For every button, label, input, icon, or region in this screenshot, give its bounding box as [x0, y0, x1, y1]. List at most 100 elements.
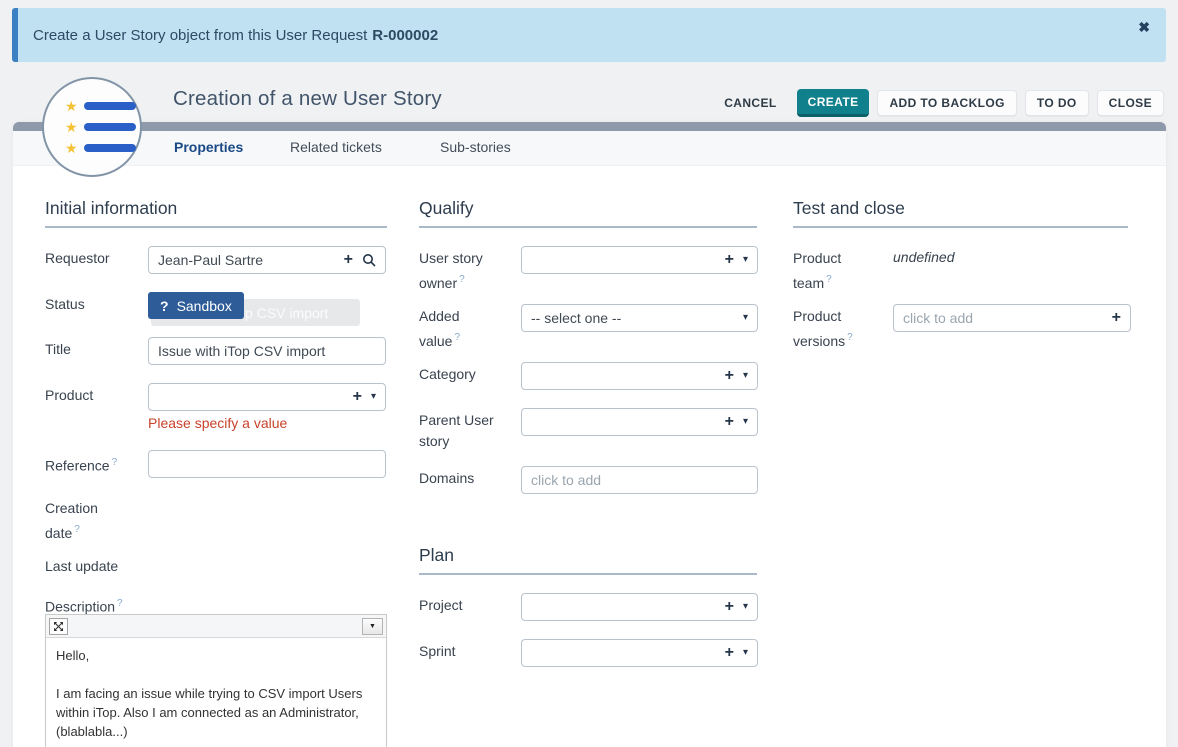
chevron-down-icon[interactable]: ▾	[371, 392, 376, 402]
product-team-value: undefined	[893, 249, 955, 265]
user-story-icon-row: ★	[65, 141, 140, 155]
add-to-backlog-button[interactable]: ADD TO BACKLOG	[877, 90, 1016, 116]
help-icon: ?	[74, 524, 80, 535]
product-select[interactable]: + ▾	[148, 383, 386, 411]
description-editor[interactable]: ▼ Hello, I am facing an issue while tryi…	[45, 614, 387, 747]
add-icon[interactable]: +	[344, 252, 353, 268]
category-select[interactable]: + ▾	[521, 362, 758, 390]
add-icon[interactable]: +	[353, 389, 362, 405]
parent-user-story-select[interactable]: + ▾	[521, 408, 758, 436]
requestor-label: Requestor	[45, 248, 143, 269]
help-icon: ?	[454, 332, 460, 343]
last-update-label: Last update	[45, 556, 143, 577]
user-story-icon-row: ★	[65, 99, 140, 113]
added-value-select[interactable]: -- select one -- ▾	[521, 304, 758, 332]
help-icon: ?	[826, 274, 832, 285]
chevron-down-icon[interactable]: ▾	[743, 602, 748, 612]
added-value-label: Added value?	[419, 306, 517, 352]
add-icon[interactable]: +	[725, 645, 734, 661]
add-icon[interactable]: +	[725, 368, 734, 384]
project-label: Project	[419, 595, 517, 616]
toolbar-expand-icon[interactable]: ▼	[362, 618, 383, 635]
page-title: Creation of a new User Story	[173, 87, 442, 111]
create-user-story-page: Create a User Story object from this Use…	[0, 0, 1178, 747]
tab-sub-stories[interactable]: Sub-stories	[440, 139, 511, 155]
product-versions-input[interactable]	[903, 310, 1112, 326]
cancel-button[interactable]: CANCEL	[712, 90, 788, 116]
panel-top-bar	[13, 122, 1166, 131]
add-icon[interactable]: +	[725, 252, 734, 268]
description-line	[56, 665, 376, 684]
description-line: Hello,	[56, 646, 376, 665]
star-icon: ★	[65, 99, 78, 113]
editor-toolbar: ▼	[46, 615, 386, 638]
add-icon[interactable]: +	[725, 414, 734, 430]
list-bar-icon	[84, 123, 136, 131]
product-label: Product	[45, 385, 143, 406]
add-icon[interactable]: +	[1112, 310, 1121, 326]
product-versions-field[interactable]: +	[893, 304, 1131, 332]
info-banner: Create a User Story object from this Use…	[12, 8, 1166, 62]
title-input[interactable]	[148, 337, 386, 365]
add-icon[interactable]: +	[725, 599, 734, 615]
parent-user-story-label: Parent User story	[419, 410, 517, 452]
sprint-select[interactable]: + ▾	[521, 639, 758, 667]
help-icon: ?	[112, 457, 118, 468]
domains-input[interactable]	[531, 472, 748, 488]
action-toolbar: CANCEL CREATE ADD TO BACKLOG TO DO CLOSE	[712, 89, 1164, 117]
section-title-qualify: Qualify	[419, 198, 473, 219]
list-bar-icon	[84, 102, 136, 110]
domains-field[interactable]	[521, 466, 758, 494]
user-story-icon: ★ ★ ★	[42, 77, 142, 177]
help-icon: ?	[117, 598, 123, 609]
project-select[interactable]: + ▾	[521, 593, 758, 621]
section-rule	[419, 573, 757, 575]
title-label: Title	[45, 339, 143, 360]
create-button[interactable]: CREATE	[797, 89, 870, 117]
banner-message: Create a User Story object from this Use…	[33, 27, 367, 44]
to-do-button[interactable]: TO DO	[1025, 90, 1089, 116]
added-value-selected-option: -- select one --	[531, 310, 621, 326]
close-icon[interactable]: ✖	[1138, 20, 1150, 34]
chevron-down-icon[interactable]: ▾	[743, 648, 748, 658]
reference-input[interactable]	[148, 450, 386, 478]
help-icon: ?	[459, 274, 465, 285]
user-story-owner-label: User story owner?	[419, 248, 517, 294]
status-label: Status	[45, 294, 143, 315]
chevron-down-icon[interactable]: ▾	[743, 417, 748, 427]
help-icon: ?	[847, 332, 853, 343]
list-bar-icon	[84, 144, 136, 152]
description-line: I am facing an issue while trying to CSV…	[56, 684, 376, 703]
tab-properties[interactable]: Properties	[174, 139, 243, 155]
star-icon: ★	[65, 141, 78, 155]
close-button[interactable]: CLOSE	[1097, 90, 1164, 116]
tab-related-tickets[interactable]: Related tickets	[290, 139, 382, 155]
domains-label: Domains	[419, 468, 517, 489]
product-team-label: Product team?	[793, 248, 891, 294]
star-icon: ★	[65, 120, 78, 134]
creation-date-label: Creation date?	[45, 498, 143, 544]
sprint-label: Sprint	[419, 641, 517, 662]
user-story-icon-row: ★	[65, 120, 140, 134]
search-icon[interactable]	[362, 253, 376, 267]
section-rule	[793, 226, 1128, 228]
requestor-input[interactable]	[158, 252, 344, 268]
product-error-message: Please specify a value	[148, 415, 287, 431]
chevron-down-icon[interactable]: ▾	[743, 255, 748, 265]
banner-object-ref: R-000002	[372, 27, 438, 44]
chevron-down-icon[interactable]: ▾	[743, 313, 748, 323]
user-story-owner-select[interactable]: + ▾	[521, 246, 758, 274]
section-title-test-and-close: Test and close	[793, 198, 905, 219]
section-title-plan: Plan	[419, 545, 454, 566]
description-content[interactable]: Hello, I am facing an issue while trying…	[46, 638, 386, 747]
maximize-icon[interactable]	[49, 618, 68, 635]
section-title-initial-information: Initial information	[45, 198, 177, 219]
chevron-down-icon[interactable]: ▾	[743, 371, 748, 381]
status-badge: ? Sandbox	[148, 292, 244, 319]
requestor-field[interactable]: +	[148, 246, 386, 274]
status-badge-label: Sandbox	[177, 298, 232, 314]
section-rule	[419, 226, 757, 228]
product-versions-label: Product versions?	[793, 306, 891, 352]
description-line: (blablabla...)	[56, 722, 376, 741]
category-label: Category	[419, 364, 517, 385]
